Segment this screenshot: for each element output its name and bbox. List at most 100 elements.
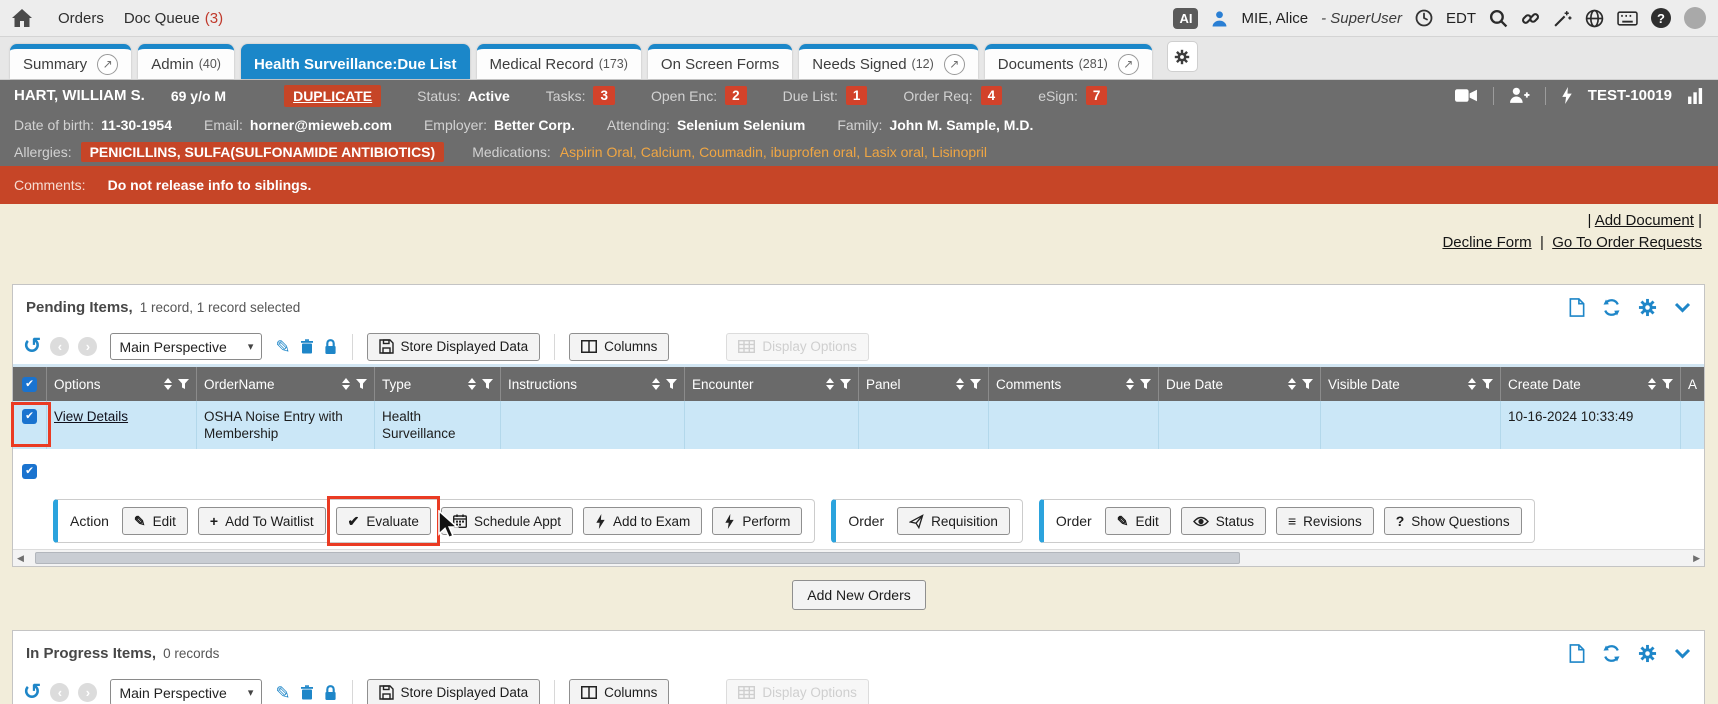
wand-icon[interactable] <box>1553 9 1572 28</box>
show-questions-button[interactable]: ?Show Questions <box>1384 507 1522 535</box>
keyboard-icon[interactable] <box>1617 11 1638 26</box>
column-header-due-date[interactable]: Due Date <box>1159 367 1321 401</box>
reload-grid-icon[interactable]: ↺ <box>23 681 41 703</box>
reload-grid-icon[interactable]: ↺ <box>23 335 41 357</box>
column-header-panel[interactable]: Panel <box>859 367 989 401</box>
avatar[interactable] <box>1684 7 1706 29</box>
tab-needs-signed[interactable]: Needs Signed (12) ↗ <box>799 44 977 79</box>
tab-medical-record[interactable]: Medical Record (173) <box>477 44 641 79</box>
help-icon[interactable]: ? <box>1651 8 1671 28</box>
medication-item[interactable]: Coumadin <box>691 144 763 160</box>
edit-perspective-icon[interactable]: ✎ <box>275 684 290 702</box>
medication-item[interactable]: Lasix oral <box>856 144 924 160</box>
column-header-truncated[interactable]: A <box>1681 367 1704 401</box>
horizontal-scrollbar[interactable]: ◀ ▶ <box>13 549 1704 566</box>
new-document-icon[interactable] <box>1569 644 1585 663</box>
duplicate-badge[interactable]: DUPLICATE <box>284 85 381 107</box>
home-icon[interactable] <box>12 9 32 27</box>
add-person-icon[interactable] <box>1509 87 1530 104</box>
search-icon[interactable] <box>1489 9 1508 28</box>
sort-icon[interactable] <box>164 378 172 391</box>
filter-icon[interactable] <box>840 379 851 389</box>
esign-count-badge[interactable]: 7 <box>1086 86 1108 105</box>
column-header-encounter[interactable]: Encounter <box>685 367 859 401</box>
breadcrumb-doc-queue[interactable]: Doc Queue <box>124 10 200 27</box>
lock-perspective-icon[interactable] <box>323 338 338 355</box>
column-header-comments[interactable]: Comments <box>989 367 1159 401</box>
sort-icon[interactable] <box>1126 378 1134 391</box>
filter-icon[interactable] <box>1482 379 1493 389</box>
next-perspective-icon[interactable]: › <box>78 337 97 356</box>
order-req-count-badge[interactable]: 4 <box>981 86 1003 105</box>
column-header-options[interactable]: Options <box>47 367 197 401</box>
medication-item[interactable]: Calcium <box>633 144 691 160</box>
gear-icon[interactable] <box>1638 298 1657 317</box>
collapse-chevron-icon[interactable] <box>1674 648 1691 659</box>
prev-perspective-icon[interactable]: ‹ <box>50 683 69 702</box>
medication-item[interactable]: Aspirin Oral <box>560 144 633 160</box>
clock-icon[interactable] <box>1415 9 1433 27</box>
store-displayed-data-button[interactable]: Store Displayed Data <box>367 679 541 704</box>
user-name[interactable]: MIE, Alice <box>1241 10 1308 27</box>
column-header-ordername[interactable]: OrderName <box>197 367 375 401</box>
chart-id[interactable]: TEST-10019 <box>1588 87 1672 104</box>
schedule-appt-button[interactable]: Schedule Appt <box>441 507 573 535</box>
decline-form-link[interactable]: Decline Form <box>1442 234 1531 251</box>
requisition-button[interactable]: Requisition <box>897 507 1010 535</box>
scroll-right-arrow[interactable]: ▶ <box>1693 553 1700 564</box>
status-button[interactable]: Status <box>1181 507 1266 535</box>
edit-perspective-icon[interactable]: ✎ <box>275 338 290 356</box>
scrollbar-thumb[interactable] <box>35 552 1240 564</box>
order-edit-button[interactable]: ✎Edit <box>1105 507 1171 535</box>
sort-icon[interactable] <box>1288 378 1296 391</box>
column-header-instructions[interactable]: Instructions <box>501 367 685 401</box>
external-link-icon[interactable]: ↗ <box>97 54 118 75</box>
checkbox-checked[interactable]: ✔ <box>22 377 37 392</box>
ai-badge[interactable]: AI <box>1173 8 1198 29</box>
filter-icon[interactable] <box>482 379 493 389</box>
tab-admin[interactable]: Admin (40) <box>138 44 234 79</box>
next-perspective-icon[interactable]: › <box>78 683 97 702</box>
allergies-badge[interactable]: PENICILLINS, SULFA(SULFONAMIDE ANTIBIOTI… <box>81 142 445 162</box>
filter-icon[interactable] <box>666 379 677 389</box>
prev-perspective-icon[interactable]: ‹ <box>50 337 69 356</box>
tab-documents[interactable]: Documents (281) ↗ <box>985 44 1152 79</box>
delete-perspective-icon[interactable] <box>300 338 314 355</box>
email-value[interactable]: horner@mieweb.com <box>250 117 392 133</box>
sort-icon[interactable] <box>652 378 660 391</box>
delete-perspective-icon[interactable] <box>300 684 314 701</box>
filter-icon[interactable] <box>970 379 981 389</box>
column-header-create-date[interactable]: Create Date <box>1501 367 1681 401</box>
evaluate-button[interactable]: ✔Evaluate <box>336 507 431 535</box>
perform-button[interactable]: Perform <box>712 507 802 535</box>
open-enc-count-badge[interactable]: 2 <box>725 86 747 105</box>
refresh-icon[interactable] <box>1602 644 1621 663</box>
medication-item[interactable]: Lisinopril <box>924 144 987 160</box>
sort-icon[interactable] <box>468 378 476 391</box>
add-to-waitlist-button[interactable]: +Add To Waitlist <box>198 507 326 535</box>
new-document-icon[interactable] <box>1569 298 1585 317</box>
select-all-checkbox[interactable]: ✔ <box>13 367 47 401</box>
lightning-icon[interactable] <box>1561 87 1573 104</box>
tasks-count-badge[interactable]: 3 <box>593 86 615 105</box>
collapse-chevron-icon[interactable] <box>1674 302 1691 313</box>
due-list-count-badge[interactable]: 1 <box>846 86 868 105</box>
filter-icon[interactable] <box>1140 379 1151 389</box>
globe-icon[interactable] <box>1585 9 1604 28</box>
sort-icon[interactable] <box>1468 378 1476 391</box>
video-camera-icon[interactable] <box>1455 88 1478 103</box>
sort-icon[interactable] <box>342 378 350 391</box>
bar-chart-icon[interactable] <box>1687 87 1704 104</box>
store-displayed-data-button[interactable]: Store Displayed Data <box>367 333 541 361</box>
perspective-select[interactable]: Main Perspective ▾ <box>110 679 262 704</box>
strip-checkbox-checked[interactable]: ✔ <box>22 464 37 479</box>
external-link-icon[interactable]: ↗ <box>944 54 965 75</box>
external-link-icon[interactable]: ↗ <box>1118 54 1139 75</box>
scroll-left-arrow[interactable]: ◀ <box>17 553 24 564</box>
tab-on-screen-forms[interactable]: On Screen Forms <box>648 44 792 79</box>
columns-button[interactable]: Columns <box>569 333 669 361</box>
pending-table-row[interactable]: ✔ View Details OSHA Noise Entry with Mem… <box>13 401 1704 449</box>
row-checkbox-checked[interactable]: ✔ <box>22 409 37 424</box>
tab-summary[interactable]: Summary ↗ <box>10 44 131 79</box>
filter-icon[interactable] <box>178 379 189 389</box>
